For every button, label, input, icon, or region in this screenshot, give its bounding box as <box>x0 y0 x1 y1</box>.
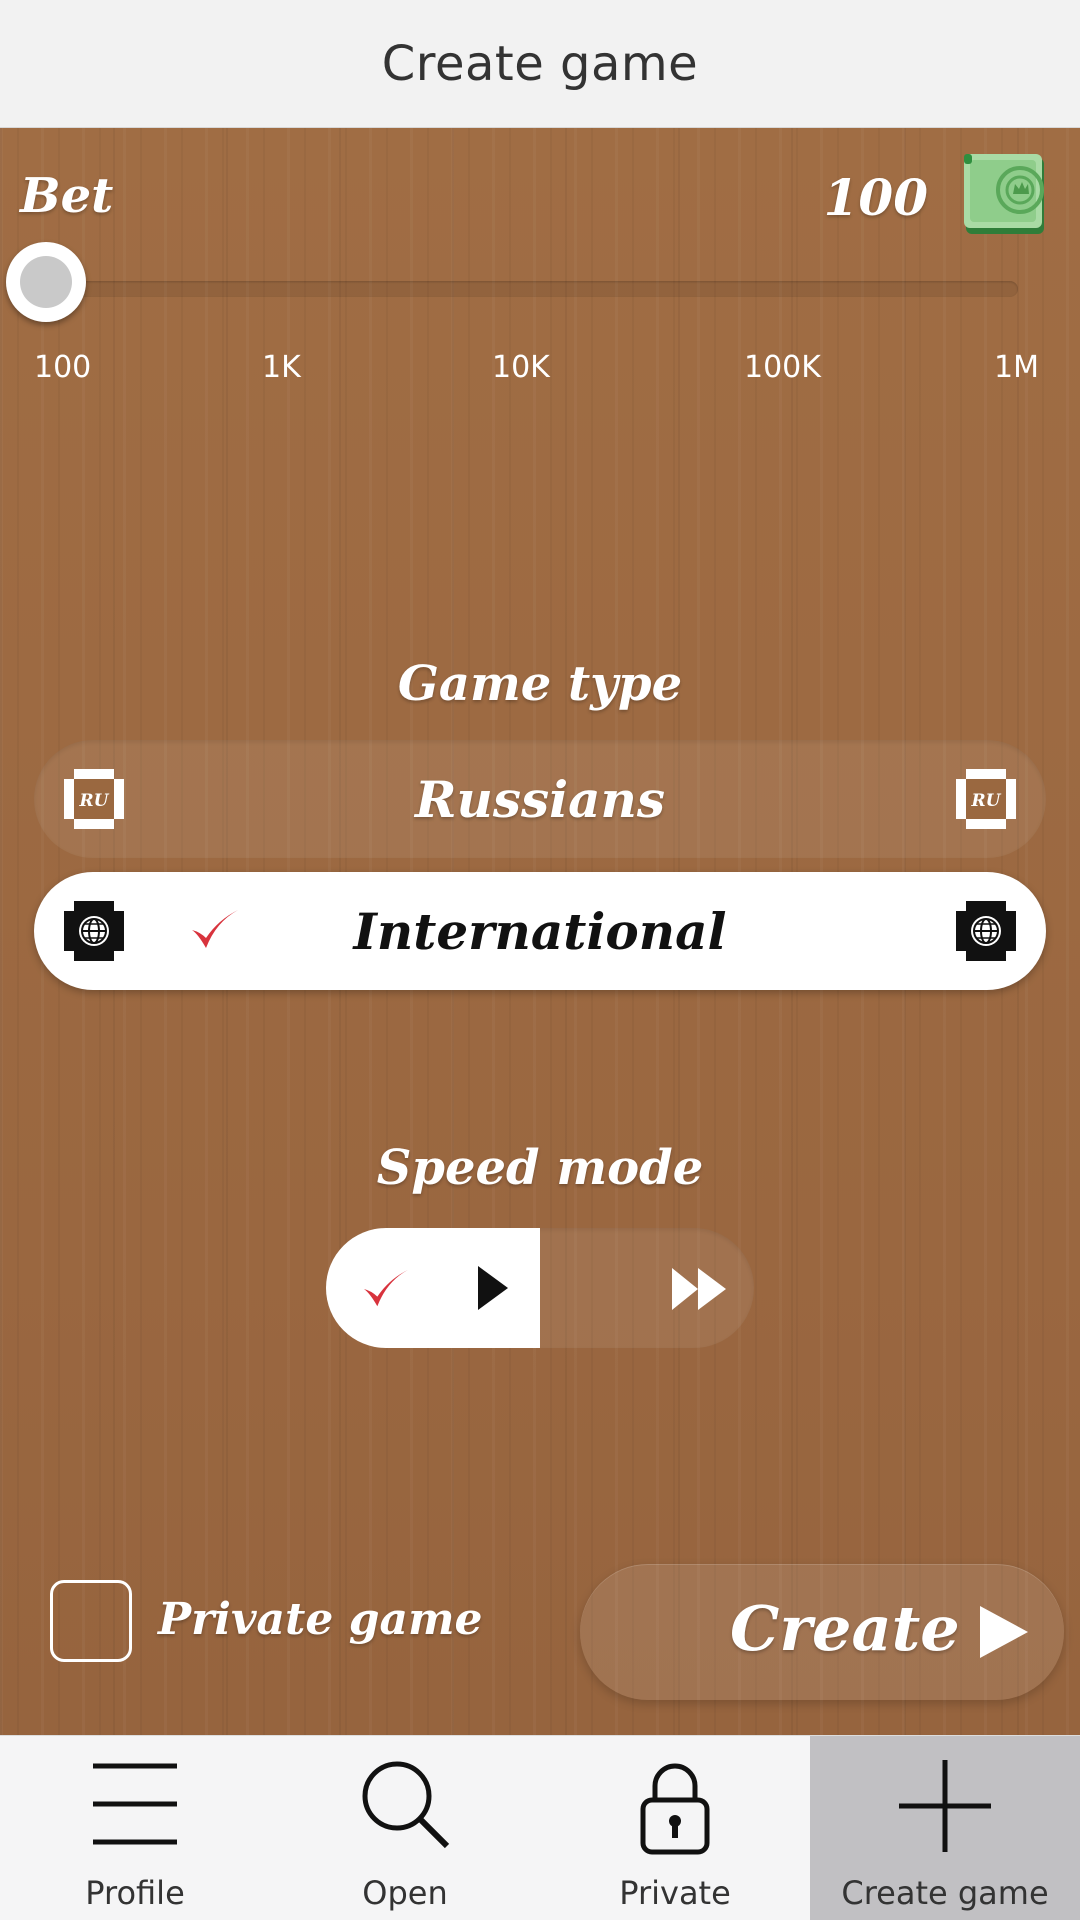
bet-value: 100 <box>823 168 928 227</box>
tab-profile[interactable]: Profile <box>0 1736 270 1920</box>
game-type-title: Game type <box>397 656 683 712</box>
bet-label: Bet <box>20 168 114 224</box>
game-type-label: Russians <box>414 769 666 829</box>
play-arrow-icon <box>980 1606 1028 1658</box>
bottom-tab-bar: Profile Open Private Create game <box>0 1735 1080 1920</box>
game-type-international[interactable]: International <box>34 872 1046 990</box>
create-button[interactable]: Create <box>580 1564 1064 1700</box>
bet-tick-label: 1M <box>994 350 1039 385</box>
globe-icon <box>956 901 1016 961</box>
create-button-label: Create <box>730 1592 960 1665</box>
menu-icon <box>93 1763 177 1845</box>
bet-slider-thumb[interactable] <box>6 242 86 322</box>
svg-text:RU: RU <box>971 791 1002 811</box>
bet-tick-label: 100K <box>744 350 821 385</box>
money-icon <box>964 154 1044 234</box>
tab-open[interactable]: Open <box>270 1736 540 1920</box>
tab-private[interactable]: Private <box>540 1736 810 1920</box>
game-type-russians[interactable]: RU Russians RU <box>34 740 1046 858</box>
app-header: Create game <box>0 0 1080 128</box>
speed-normal-option[interactable] <box>326 1228 540 1348</box>
speed-fast-option[interactable] <box>540 1228 754 1348</box>
plus-icon <box>899 1760 991 1852</box>
tab-label: Profile <box>85 1874 185 1912</box>
page-title: Create game <box>381 35 699 92</box>
bet-tick-label: 100 <box>34 350 92 385</box>
speed-mode-title: Speed mode <box>376 1140 704 1196</box>
bet-tick-label: 10K <box>492 350 550 385</box>
wood-panel: Bet 100 100 1K 10K 100K 1M Game type RU … <box>0 128 1080 1735</box>
check-icon <box>192 910 238 948</box>
svg-text:RU: RU <box>79 791 110 811</box>
tab-create-game[interactable]: Create game <box>810 1736 1080 1920</box>
fast-forward-icon <box>672 1268 726 1310</box>
bet-tick-label: 1K <box>262 350 301 385</box>
ru-flag-icon: RU <box>956 769 1016 829</box>
speed-mode-toggle <box>326 1228 754 1348</box>
private-game-checkbox[interactable] <box>50 1580 132 1662</box>
play-icon <box>478 1266 508 1310</box>
bet-slider-track[interactable] <box>46 281 1018 297</box>
tab-label: Open <box>362 1874 448 1912</box>
globe-icon <box>64 901 124 961</box>
private-game-label: Private game <box>158 1594 483 1645</box>
tab-label: Private <box>619 1874 731 1912</box>
ru-flag-icon: RU <box>64 769 124 829</box>
search-icon <box>362 1761 450 1849</box>
tab-label: Create game <box>841 1874 1049 1912</box>
game-type-label: International <box>353 901 727 961</box>
lock-icon <box>640 1763 710 1855</box>
check-icon <box>363 1269 408 1307</box>
